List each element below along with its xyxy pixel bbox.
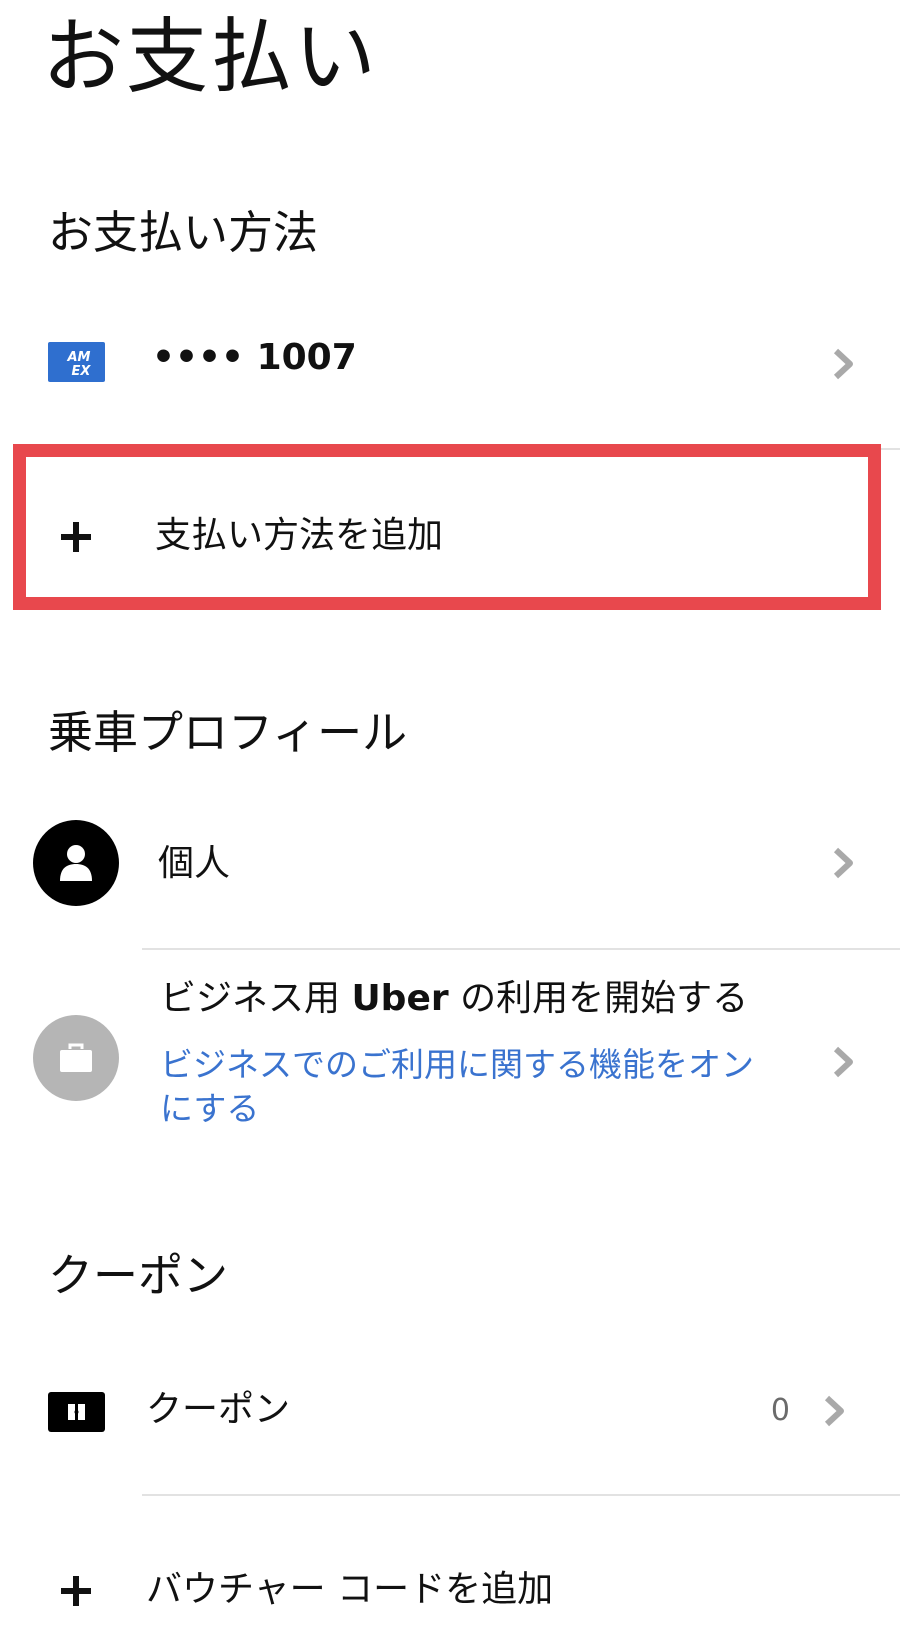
- divider: [142, 948, 900, 950]
- svg-text:AM: AM: [67, 350, 91, 365]
- plus-icon: [59, 1574, 93, 1608]
- ride-profiles-header: 乗車プロフィール: [48, 706, 408, 759]
- business-title-suffix: の利用を開始する: [448, 978, 749, 1019]
- add-voucher-label: バウチャー コードを追加: [146, 1569, 554, 1610]
- business-title-prefix: ビジネス用: [160, 978, 352, 1019]
- business-title: ビジネス用 Uber の利用を開始する: [160, 977, 790, 1021]
- amex-card-icon: AM EX: [48, 342, 105, 382]
- add-voucher-button[interactable]: バウチャー コードを追加: [0, 1540, 900, 1630]
- ticket-icon: [48, 1392, 105, 1432]
- briefcase-icon: [33, 1015, 119, 1101]
- card-masked-number: •••• 1007: [152, 337, 357, 378]
- coupon-label: クーポン: [146, 1389, 291, 1430]
- chevron-right-icon: [832, 347, 856, 381]
- person-icon: [33, 820, 119, 906]
- payment-methods-header: お支払い方法: [48, 206, 319, 259]
- chevron-right-icon: [832, 846, 856, 880]
- profile-personal-row[interactable]: 個人: [0, 818, 900, 930]
- profile-business-row[interactable]: ビジネス用 Uber の利用を開始する ビジネスでのご利用に関する機能をオンにす…: [0, 975, 900, 1128]
- business-subtitle-link[interactable]: ビジネスでのご利用に関する機能をオンにする: [160, 1043, 780, 1131]
- business-title-brand: Uber: [351, 978, 449, 1019]
- coupon-count: 0: [770, 1393, 790, 1428]
- svg-text:EX: EX: [72, 364, 92, 379]
- payment-card-row[interactable]: AM EX •••• 1007: [0, 320, 900, 410]
- chevron-right-icon: [832, 1045, 856, 1079]
- chevron-right-icon: [823, 1394, 847, 1428]
- highlight-box: [13, 444, 881, 610]
- coupon-row[interactable]: クーポン 0: [0, 1370, 900, 1454]
- page-title: お支払い: [42, 10, 379, 105]
- divider: [142, 1494, 900, 1496]
- profile-personal-label: 個人: [158, 843, 231, 884]
- coupons-header: クーポン: [48, 1249, 229, 1302]
